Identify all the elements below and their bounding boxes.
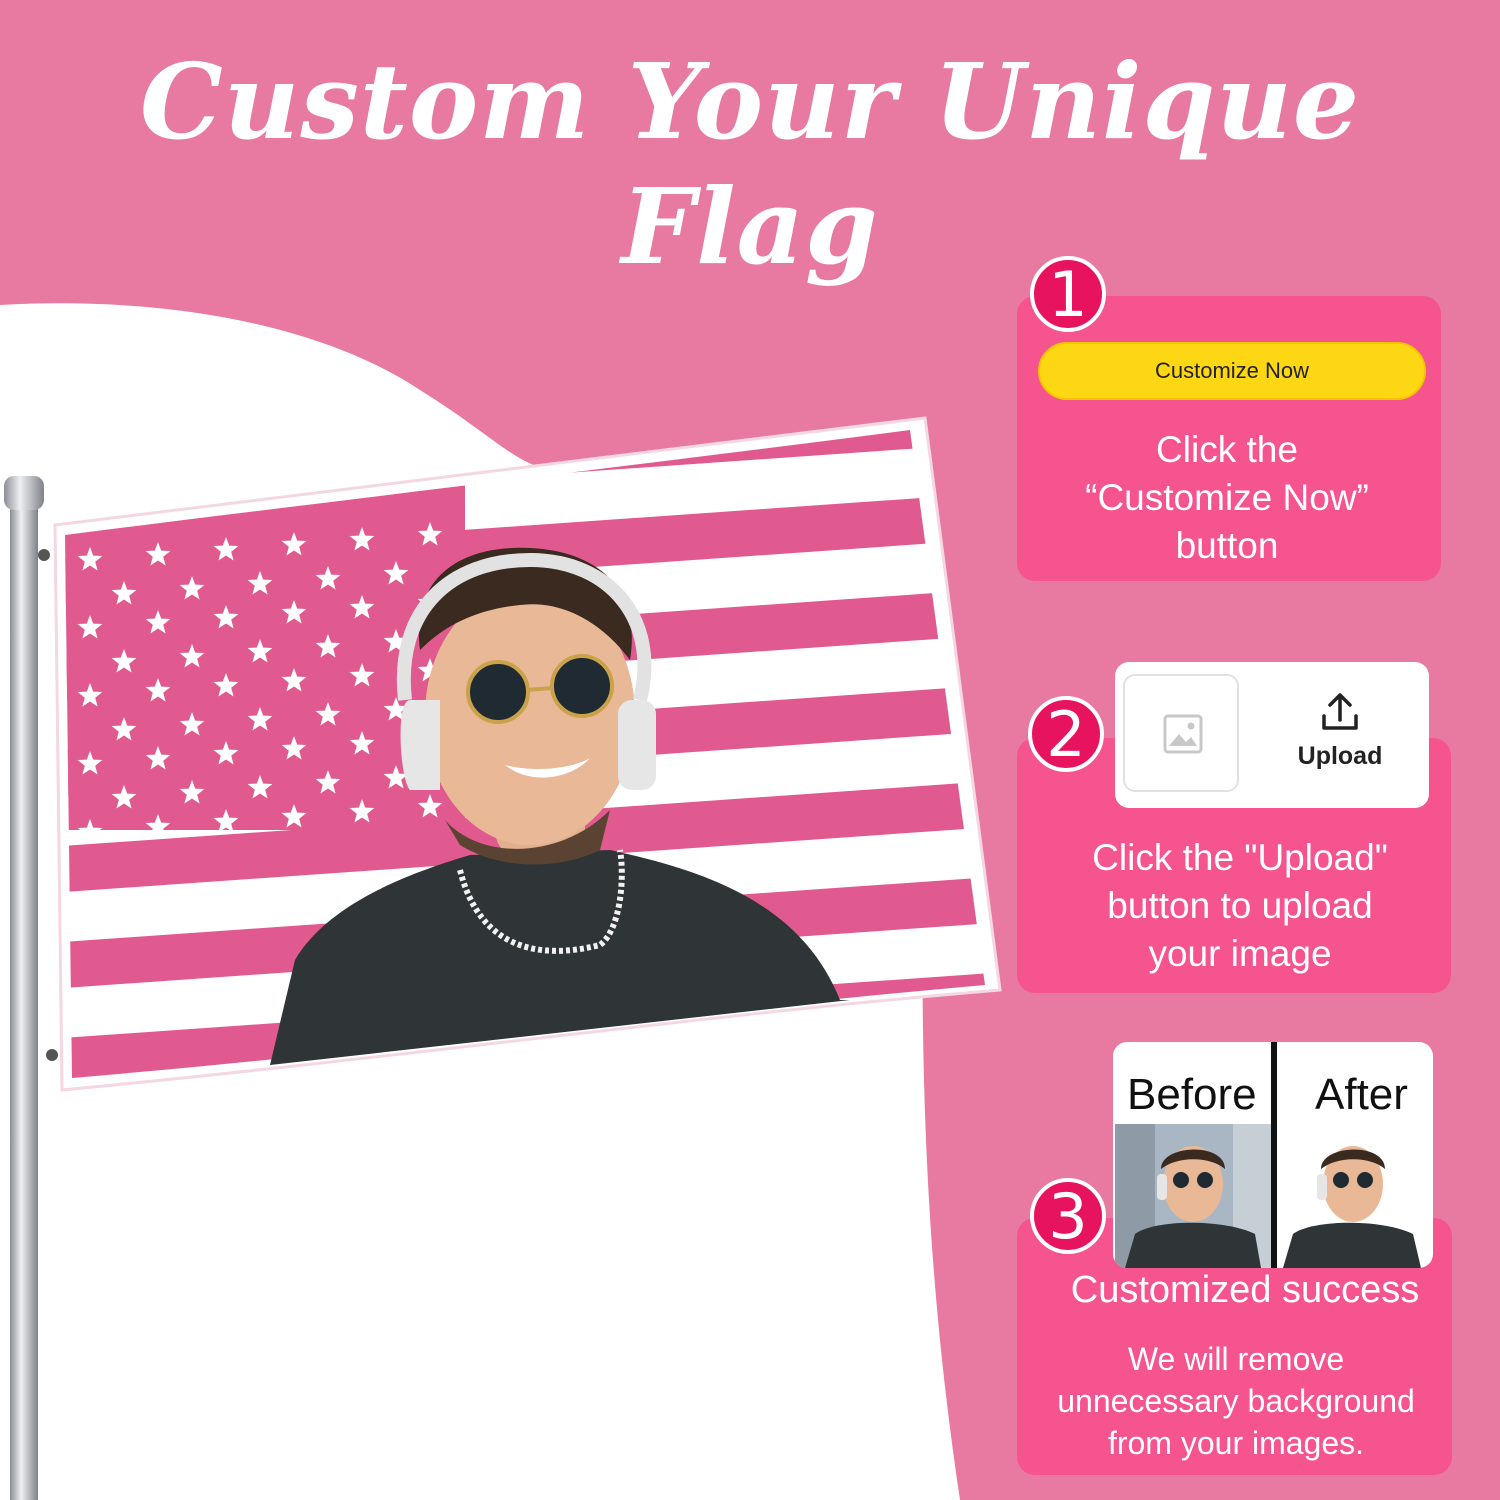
step-1-line-1: Click the [1156,429,1298,470]
step-3-line-2: unnecessary background [1057,1383,1415,1419]
divider [1271,1042,1277,1268]
upload-panel: Upload [1115,662,1429,808]
step-2-line-3: your image [1148,933,1332,974]
upload-button[interactable]: Upload [1275,742,1405,771]
step-2-line-2: button to upload [1107,885,1373,926]
step-2-line-1: Click the "Upload" [1092,837,1388,878]
flag-pole [10,490,38,1500]
before-after-panel: Before After [1113,1042,1433,1268]
step-2-text: Click the "Upload" button to upload your… [1030,834,1450,978]
page-title: Custom Your Unique Flag [139,40,1361,288]
step-3-text: We will remove unnecessary background fr… [1030,1338,1442,1464]
grommet-top [38,549,50,561]
step-3-line-1: We will remove [1127,1341,1345,1377]
step-3-badge: 3 [1030,1178,1106,1254]
grommet-bottom [46,1049,58,1061]
step-1-text: Click the “Customize Now” button [1017,426,1437,570]
before-photo [1115,1124,1271,1268]
step-3-line-3: from your images. [1107,1425,1365,1461]
step-1-line-3: button [1175,525,1279,566]
step-1-badge: 1 [1030,256,1106,332]
upload-icon[interactable] [1318,690,1362,734]
image-placeholder-icon [1163,714,1203,754]
after-photo [1283,1146,1421,1268]
step-1-line-2: “Customize Now” [1085,477,1369,518]
step-3-heading: Customized success [1070,1269,1420,1311]
before-label: Before [1127,1070,1257,1119]
image-thumbnail-slot[interactable] [1123,674,1239,792]
pole-finial [4,476,44,510]
after-label: After [1315,1070,1408,1119]
customize-now-button[interactable]: Customize Now [1038,342,1426,400]
step-2-badge: 2 [1028,696,1104,772]
